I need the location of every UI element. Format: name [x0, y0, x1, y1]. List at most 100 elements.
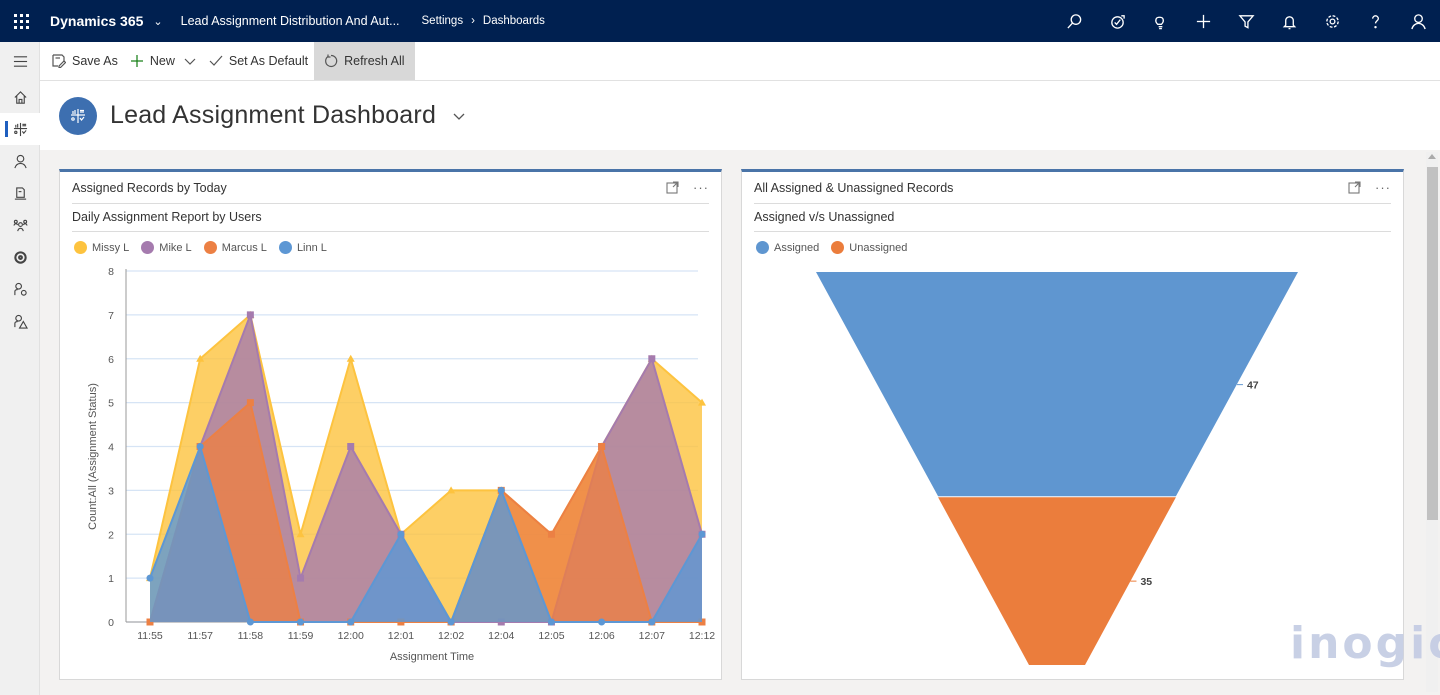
dashboard-icon	[13, 122, 27, 136]
home-icon	[13, 90, 27, 104]
x-tick-label: 12:06	[588, 630, 614, 642]
nav-user-warning[interactable]	[0, 305, 40, 337]
search-button[interactable]	[1053, 0, 1096, 42]
y-tick-label: 8	[108, 266, 114, 278]
scroll-up-arrow[interactable]	[1428, 154, 1436, 159]
x-axis-title: Assignment Time	[390, 651, 474, 663]
y-tick-label: 4	[108, 442, 114, 454]
new-button[interactable]	[1182, 0, 1225, 42]
y-tick-label: 1	[108, 573, 114, 585]
command-bar: Save As New Set As Default Refresh All	[40, 42, 1440, 81]
breadcrumb: Settings › Dashboards	[422, 15, 545, 27]
data-point	[698, 530, 706, 538]
top-bar: Dynamics 365 ⌄ Lead Assignment Distribut…	[0, 0, 1440, 42]
app-name[interactable]: Dynamics 365	[50, 13, 143, 29]
dashboard-selector-button[interactable]	[452, 109, 466, 123]
data-point	[246, 399, 254, 407]
data-point	[648, 355, 656, 363]
x-tick-label: 12:00	[338, 630, 364, 642]
dashboard-icon	[71, 108, 85, 123]
save-as-button[interactable]: Save As	[46, 42, 124, 80]
set-as-default-button[interactable]: Set As Default	[203, 42, 314, 80]
x-tick-label: 12:05	[538, 630, 564, 642]
new-label: New	[149, 54, 175, 68]
notifications-button[interactable]	[1268, 0, 1311, 42]
new-button[interactable]: New	[124, 42, 177, 80]
refresh-icon	[325, 54, 338, 68]
chevron-right-icon: ›	[471, 15, 475, 27]
x-tick-label: 11:58	[238, 630, 264, 642]
nav-teams[interactable]	[0, 209, 40, 241]
nav-dashboards[interactable]	[0, 113, 40, 145]
document-icon	[14, 186, 26, 200]
data-point	[297, 618, 305, 626]
task-button[interactable]	[1096, 0, 1139, 42]
nav-security[interactable]	[0, 241, 40, 273]
data-point	[347, 443, 355, 450]
app-title[interactable]: Lead Assignment Distribution And Aut...	[181, 14, 400, 28]
x-tick-label: 12:02	[438, 630, 464, 642]
search-icon	[1067, 13, 1082, 29]
breadcrumb-dashboards[interactable]: Dashboards	[483, 15, 545, 27]
data-point	[598, 443, 606, 450]
data-point	[297, 574, 305, 582]
data-label: 35	[1140, 576, 1152, 588]
contact-icon	[13, 154, 27, 168]
x-tick-label: 12:12	[689, 630, 715, 642]
refresh-all-label: Refresh All	[344, 54, 405, 68]
hamburger-icon	[13, 56, 27, 67]
area-chart: 0 1 2 3 4 5 6 7 8 11:55 11:57 11:58 11:59 12:00 12:01 1…	[87, 266, 715, 663]
data-point	[547, 530, 555, 538]
x-tick-label: 11:59	[288, 630, 314, 642]
plus-icon	[130, 55, 143, 67]
y-tick-label: 3	[108, 485, 114, 497]
vertical-scrollbar[interactable]	[1426, 152, 1438, 692]
new-dropdown-button[interactable]	[177, 42, 203, 80]
bell-icon	[1282, 15, 1297, 29]
y-axis-title: Count:All (Assignment Status)	[87, 383, 99, 530]
gear-icon	[1326, 14, 1339, 28]
waffle-icon	[13, 13, 29, 29]
data-point	[246, 311, 254, 319]
help-button[interactable]	[1354, 0, 1397, 42]
panel-assigned-unassigned: All Assigned & Unassigned Records ··· As…	[741, 169, 1404, 680]
plus-icon	[1196, 14, 1211, 28]
nav-home[interactable]	[0, 81, 40, 113]
scroll-thumb[interactable]	[1427, 167, 1438, 520]
dashboard-badge	[59, 96, 97, 135]
page-title: Lead Assignment Dashboard	[110, 101, 437, 129]
filter-button[interactable]	[1225, 0, 1268, 42]
left-navigation	[0, 42, 40, 695]
data-point	[347, 618, 355, 626]
refresh-all-button[interactable]: Refresh All	[314, 42, 415, 80]
dashboard-header: Lead Assignment Dashboard	[40, 81, 1440, 150]
nav-contacts[interactable]	[0, 145, 40, 177]
x-tick-label: 12:07	[639, 630, 665, 642]
user-warning-icon	[13, 314, 28, 329]
y-tick-label: 7	[108, 310, 114, 322]
ideas-button[interactable]	[1139, 0, 1182, 42]
team-icon	[12, 219, 28, 231]
profile-button[interactable]	[1397, 0, 1440, 42]
y-tick-label: 5	[108, 398, 114, 410]
y-tick-label: 6	[108, 354, 114, 366]
data-point	[648, 618, 656, 626]
app-launcher-button[interactable]	[0, 0, 42, 42]
settings-button[interactable]	[1311, 0, 1354, 42]
x-tick-label: 11:55	[137, 630, 163, 642]
checkmark-icon	[209, 55, 223, 66]
data-point	[447, 618, 455, 626]
nav-menu-toggle[interactable]	[0, 42, 40, 81]
nav-documents[interactable]	[0, 177, 40, 209]
breadcrumb-settings[interactable]: Settings	[422, 15, 464, 27]
y-tick-label: 2	[108, 529, 114, 541]
x-tick-label: 12:01	[388, 630, 414, 642]
data-point	[397, 530, 405, 538]
funnel-chart: 47 35	[816, 272, 1298, 665]
chevron-down-icon[interactable]: ⌄	[153, 15, 162, 28]
security-icon	[13, 250, 27, 264]
y-tick-label: 0	[108, 617, 114, 629]
user-settings-icon	[13, 282, 27, 296]
x-tick-label: 11:57	[187, 630, 213, 642]
nav-user-settings[interactable]	[0, 273, 40, 305]
